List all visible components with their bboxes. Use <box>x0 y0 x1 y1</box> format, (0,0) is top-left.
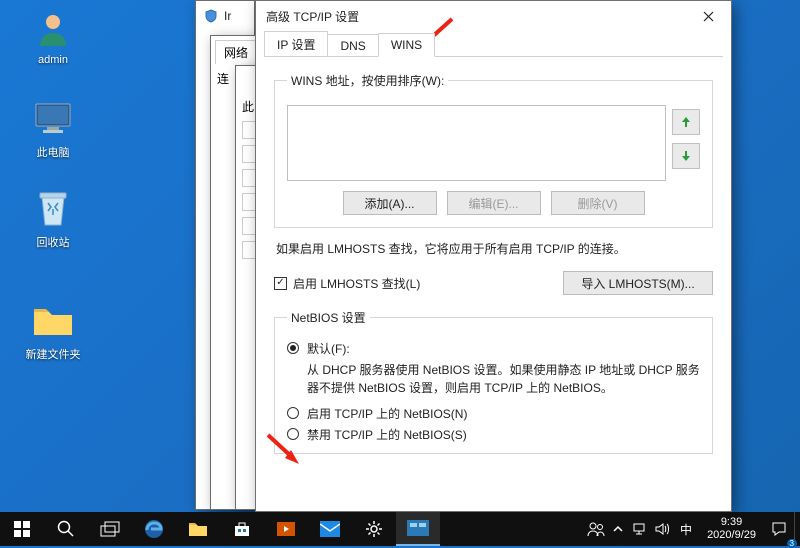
wins-address-listbox[interactable] <box>287 105 666 181</box>
ime-label: 中 <box>680 521 692 538</box>
desktop-icon-label: 回收站 <box>18 234 88 250</box>
radio-label: 默认(F): <box>307 340 350 357</box>
search-button[interactable] <box>44 512 88 546</box>
tray-notifications-button[interactable]: 3 <box>764 512 794 546</box>
taskbar-app-mail[interactable] <box>308 512 352 546</box>
start-button[interactable] <box>0 512 44 546</box>
enable-lmhosts-checkbox[interactable]: ✓ 启用 LMHOSTS 查找(L) <box>274 275 420 292</box>
taskbar: 中 9:39 2020/9/29 3 <box>0 512 800 546</box>
windows-icon <box>14 521 30 537</box>
advanced-tcpip-dialog: 高级 TCP/IP 设置 IP 设置 DNS WINS WINS 地址，按使用排… <box>255 0 732 512</box>
tray-ime-button[interactable]: 中 <box>673 512 699 546</box>
desktop-icon-label: admin <box>18 54 88 66</box>
task-view-button[interactable] <box>88 512 132 546</box>
taskbar-app-media[interactable] <box>264 512 308 546</box>
taskbar-app-explorer[interactable] <box>176 512 220 546</box>
task-view-icon <box>100 521 120 537</box>
move-down-button[interactable] <box>672 143 700 169</box>
tray-clock[interactable]: 9:39 2020/9/29 <box>699 516 764 541</box>
add-button[interactable]: 添加(A)... <box>343 191 437 215</box>
tray-overflow-button[interactable] <box>607 512 629 546</box>
desktop-icon-this-pc[interactable]: 此电脑 <box>18 98 88 160</box>
group-legend: NetBIOS 设置 <box>287 309 370 326</box>
dialog-title-text: 高级 TCP/IP 设置 <box>266 8 359 25</box>
close-icon <box>703 11 714 22</box>
shield-icon <box>204 9 218 23</box>
chevron-up-icon <box>613 525 623 533</box>
notification-icon <box>771 521 787 537</box>
desktop-icon-new-folder[interactable]: 新建文件夹 <box>18 300 88 362</box>
clock-date: 2020/9/29 <box>707 529 756 542</box>
tab-wins[interactable]: WINS <box>378 33 435 57</box>
edge-icon <box>143 518 165 540</box>
tray-volume-button[interactable] <box>651 512 673 546</box>
radio-icon <box>287 342 299 354</box>
arrow-up-icon <box>681 116 691 128</box>
move-up-button[interactable] <box>672 109 700 135</box>
checkbox-label: 启用 LMHOSTS 查找(L) <box>293 275 420 292</box>
tab-ip-settings[interactable]: IP 设置 <box>264 31 328 57</box>
folder-icon <box>188 520 208 538</box>
user-icon <box>32 8 74 50</box>
dialog-titlebar[interactable]: 高级 TCP/IP 设置 <box>256 1 731 31</box>
wins-addresses-group: WINS 地址，按使用排序(W): 添加(A)... 编辑(E)... <box>274 72 713 228</box>
mail-icon <box>320 521 340 537</box>
volume-icon <box>654 522 670 536</box>
folder-icon <box>32 300 74 342</box>
lmhosts-note: 如果启用 LMHOSTS 查找，它将应用于所有启用 TCP/IP 的连接。 <box>276 240 713 257</box>
radio-enable-netbios[interactable]: 启用 TCP/IP 上的 NetBIOS(N) <box>287 405 700 422</box>
video-icon <box>276 521 296 537</box>
dialog-body: WINS 地址，按使用排序(W): 添加(A)... 编辑(E)... <box>256 58 731 464</box>
store-icon <box>233 520 251 538</box>
tray-network-button[interactable] <box>629 512 651 546</box>
system-tray: 中 9:39 2020/9/29 3 <box>585 512 800 546</box>
radio-icon <box>287 428 299 440</box>
radio-label: 启用 TCP/IP 上的 NetBIOS(N) <box>307 405 467 422</box>
tray-people-button[interactable] <box>585 512 607 546</box>
edit-button[interactable]: 编辑(E)... <box>447 191 541 215</box>
taskbar-app-store[interactable] <box>220 512 264 546</box>
tab-dns[interactable]: DNS <box>327 34 378 57</box>
taskbar-app-settings[interactable] <box>352 512 396 546</box>
network-icon <box>632 522 648 536</box>
tab-network[interactable]: 网络 <box>215 40 257 64</box>
desktop-icon-recycle-bin[interactable]: 回收站 <box>18 188 88 250</box>
radio-icon <box>287 407 299 419</box>
gear-icon <box>365 520 383 538</box>
radio-label: 禁用 TCP/IP 上的 NetBIOS(S) <box>307 426 467 443</box>
desktop-icon-label: 此电脑 <box>18 144 88 160</box>
people-icon <box>587 521 605 537</box>
tabstrip: IP 设置 DNS WINS <box>256 31 731 57</box>
computer-icon <box>32 98 74 140</box>
radio-default-description: 从 DHCP 服务器使用 NetBIOS 设置。如果使用静态 IP 地址或 DH… <box>307 361 700 397</box>
recycle-bin-icon <box>32 188 74 230</box>
desktop: admin 此电脑 回收站 新建文件夹 Ir 网络 连 <box>0 0 800 546</box>
notification-badge: 3 <box>787 539 797 548</box>
arrow-down-icon <box>681 150 691 162</box>
group-legend: WINS 地址，按使用排序(W): <box>287 72 448 89</box>
control-panel-icon <box>407 520 429 536</box>
taskbar-app-control-panel[interactable] <box>396 512 440 546</box>
desktop-icon-label: 新建文件夹 <box>18 346 88 362</box>
close-button[interactable] <box>686 1 731 31</box>
import-lmhosts-button[interactable]: 导入 LMHOSTS(M)... <box>563 271 713 295</box>
clock-time: 9:39 <box>707 516 756 529</box>
search-icon <box>57 520 75 538</box>
checkbox-icon: ✓ <box>274 277 287 290</box>
radio-disable-netbios[interactable]: 禁用 TCP/IP 上的 NetBIOS(S) <box>287 426 700 443</box>
taskbar-app-edge[interactable] <box>132 512 176 546</box>
window-title: Ir <box>196 1 254 31</box>
remove-button[interactable]: 删除(V) <box>551 191 645 215</box>
radio-default[interactable]: 默认(F): <box>287 340 700 357</box>
netbios-group: NetBIOS 设置 默认(F): 从 DHCP 服务器使用 NetBIOS 设… <box>274 309 713 454</box>
desktop-icon-user[interactable]: admin <box>18 8 88 66</box>
